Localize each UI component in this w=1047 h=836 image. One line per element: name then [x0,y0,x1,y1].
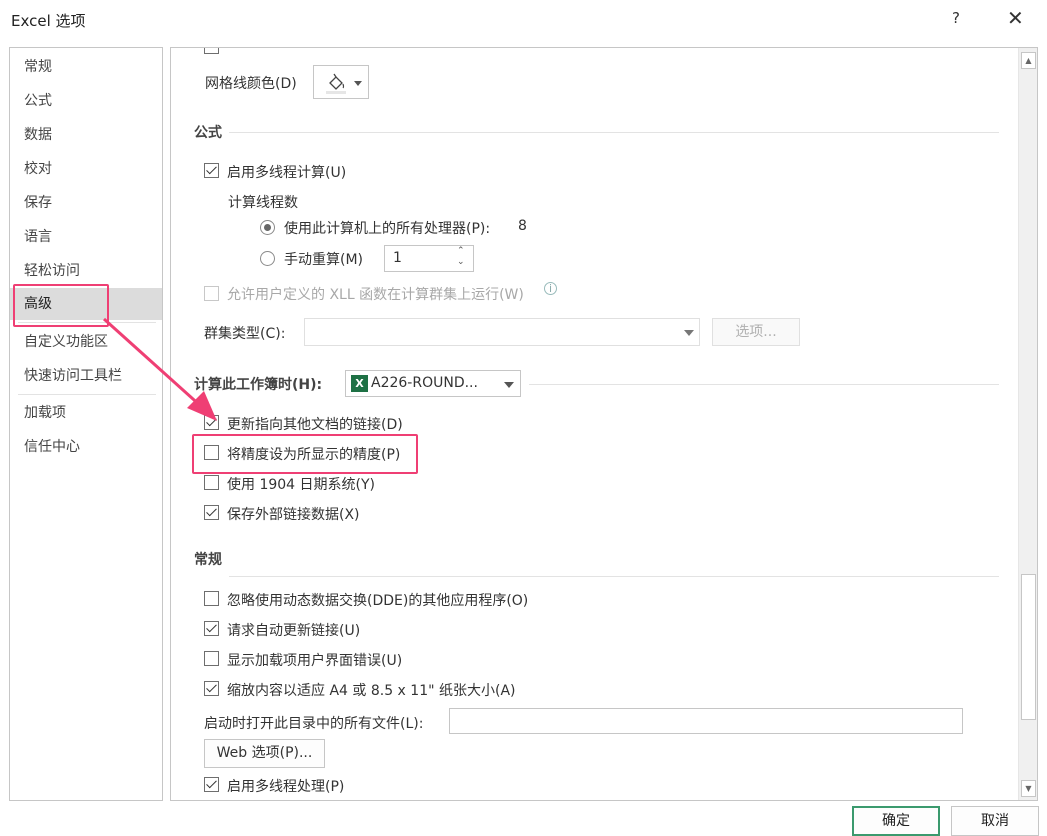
annotation-arrow-icon [102,317,217,421]
